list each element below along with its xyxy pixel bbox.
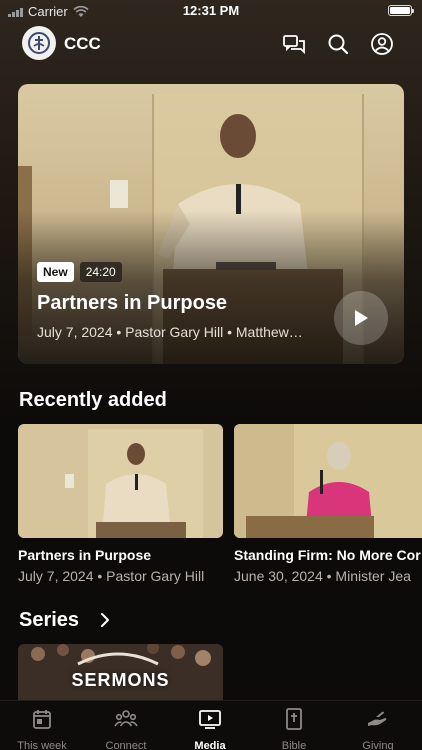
status-time: 12:31 PM: [182, 3, 240, 18]
tab-this-week[interactable]: This week: [0, 707, 84, 750]
series-card[interactable]: SERMONS: [18, 644, 223, 700]
church-logo[interactable]: [22, 26, 56, 60]
tab-giving[interactable]: Giving: [336, 707, 420, 750]
app-header: CCC: [0, 26, 422, 62]
duration-badge: 24:20: [79, 262, 122, 282]
calendar-icon: [33, 710, 51, 729]
sermon-thumbnail-image: [234, 424, 422, 538]
recent-card-thumbnail: [234, 424, 422, 538]
tab-label: Media: [194, 740, 226, 750]
bottom-tab-bar: This week Connect Media Bible Giving: [0, 700, 422, 750]
people-icon: [114, 710, 138, 727]
recent-card-thumbnail: [18, 424, 223, 538]
profile-icon[interactable]: [370, 32, 394, 56]
recent-card[interactable]: Partners in Purpose July 7, 2024 • Pasto…: [18, 424, 223, 584]
tab-label: Connect: [105, 740, 147, 750]
series-thumbnail-text: SERMONS: [71, 670, 170, 690]
tab-media[interactable]: Media: [168, 707, 252, 750]
chevron-right-icon[interactable]: [98, 612, 112, 628]
new-badge: New: [37, 262, 74, 282]
play-screen-icon: [199, 710, 221, 729]
chat-icon[interactable]: [282, 32, 306, 56]
tab-label: Bible: [281, 740, 307, 750]
recent-card-meta: June 30, 2024 • Minister Jea: [234, 568, 411, 584]
giving-hand-icon: [368, 711, 387, 726]
search-icon[interactable]: [326, 32, 350, 56]
recently-added-heading: Recently added: [19, 389, 167, 411]
tab-label: Giving: [362, 740, 394, 750]
featured-sermon-card[interactable]: New 24:20 Partners in Purpose July 7, 20…: [18, 84, 404, 364]
sermon-thumbnail-image: [18, 424, 223, 538]
recently-added-rail[interactable]: Partners in Purpose July 7, 2024 • Pasto…: [18, 424, 422, 589]
battery-icon: [388, 5, 414, 16]
hero-badges: New 24:20: [37, 262, 122, 282]
hero-title: Partners in Purpose: [37, 292, 228, 314]
play-icon: [355, 310, 368, 326]
app-title: CCC: [64, 34, 101, 53]
series-heading[interactable]: Series: [19, 609, 79, 632]
hero-meta: July 7, 2024 • Pastor Gary Hill • Matthe…: [37, 324, 303, 340]
recent-card[interactable]: Standing Firm: No More Cor June 30, 2024…: [234, 424, 422, 584]
tab-bible[interactable]: Bible: [252, 707, 336, 750]
recent-card-title: Standing Firm: No More Cor: [234, 547, 421, 563]
recent-card-title: Partners in Purpose: [18, 547, 152, 563]
bible-icon: [286, 708, 302, 730]
logo-mark-icon: [28, 32, 50, 54]
status-bar: Carrier 12:31 PM: [0, 0, 422, 22]
tab-label: This week: [17, 740, 67, 750]
tab-connect[interactable]: Connect: [84, 707, 168, 750]
recent-card-meta: July 7, 2024 • Pastor Gary Hill: [18, 568, 205, 584]
play-button[interactable]: [334, 291, 388, 345]
